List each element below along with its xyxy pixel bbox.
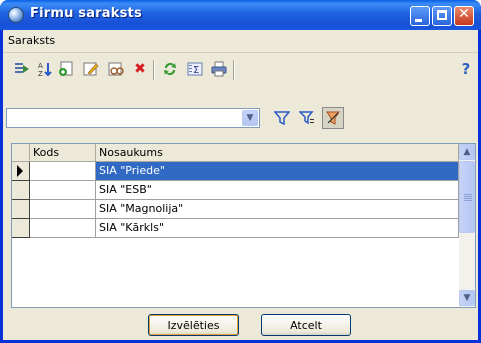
toolbar: AZ ✖ Σ ? [3,53,478,101]
delete-icon[interactable]: ✖ [131,60,149,78]
sum-icon[interactable]: Σ [186,60,204,78]
table-cell-nosaukums[interactable]: SIA "ESB" [96,181,459,200]
clear-filter-icon [326,111,340,125]
filter-toggle-button[interactable] [322,107,344,129]
table-cell-kods[interactable] [30,200,96,219]
row-selector[interactable] [12,181,30,200]
toolbar-separator [153,60,155,80]
window-title: Firmu saraksts [30,6,142,21]
scroll-down-icon[interactable]: ▼ [459,290,475,306]
row-header-corner [12,144,30,162]
maximize-icon [437,10,447,20]
title-bar[interactable]: Firmu saraksts ✕ [0,0,481,30]
app-icon [8,7,24,23]
column-header-kods[interactable]: Kods [30,144,96,162]
firm-list-window: Firmu saraksts ✕ Saraksts AZ ✖ Σ ? ▼ Kod… [0,0,481,343]
row-selector[interactable] [12,162,30,181]
scroll-up-icon[interactable]: ▲ [459,144,475,160]
maximize-button[interactable] [432,6,452,26]
table-cell-kods[interactable] [30,162,96,181]
table-cell-nosaukums[interactable]: SIA "Kārkls" [96,219,459,238]
svg-text:Σ: Σ [193,65,199,76]
add-record-icon[interactable] [57,60,75,78]
minimize-button[interactable] [410,6,430,26]
choose-button[interactable]: Izvēlēties [148,314,239,336]
minimize-icon [415,19,422,22]
chevron-down-icon[interactable]: ▼ [242,110,258,126]
close-icon: ✕ [458,6,470,22]
vertical-scrollbar[interactable]: ▲ ▼ [459,144,475,307]
scrollbar-thumb[interactable] [459,161,475,233]
table-cell-kods[interactable] [30,181,96,200]
help-icon[interactable]: ? [457,60,475,78]
edit-icon[interactable] [82,60,100,78]
table-cell-nosaukums[interactable]: SIA "Priede" [96,162,459,181]
filter-edit-icon[interactable] [298,109,316,127]
cancel-button[interactable]: Atcelt [261,314,351,336]
svg-text:A: A [38,62,43,70]
view-icon[interactable] [107,60,125,78]
filter-icon[interactable] [273,109,291,127]
table-cell-nosaukums[interactable]: SIA "Magnolija" [96,200,459,219]
column-header-nosaukums[interactable]: Nosaukums [96,144,459,162]
export-icon[interactable] [13,60,31,78]
svg-text:Z: Z [38,70,43,77]
firm-table[interactable]: Kods Nosaukums SIA "Priede" SIA "ESB" SI… [11,143,476,308]
current-row-icon [17,165,23,177]
print-icon[interactable] [210,60,228,78]
close-button[interactable]: ✕ [454,6,474,26]
table-cell-kods[interactable] [30,219,96,238]
filter-bar: ▼ [3,98,478,136]
menu-item-saraksts[interactable]: Saraksts [8,34,55,47]
row-selector[interactable] [12,200,30,219]
sort-icon[interactable]: AZ [37,60,55,78]
filter-combobox[interactable]: ▼ [6,108,260,128]
row-selector[interactable] [12,219,30,238]
toolbar-separator [233,60,235,80]
menu-bar: Saraksts [3,30,478,53]
refresh-icon[interactable] [161,60,179,78]
